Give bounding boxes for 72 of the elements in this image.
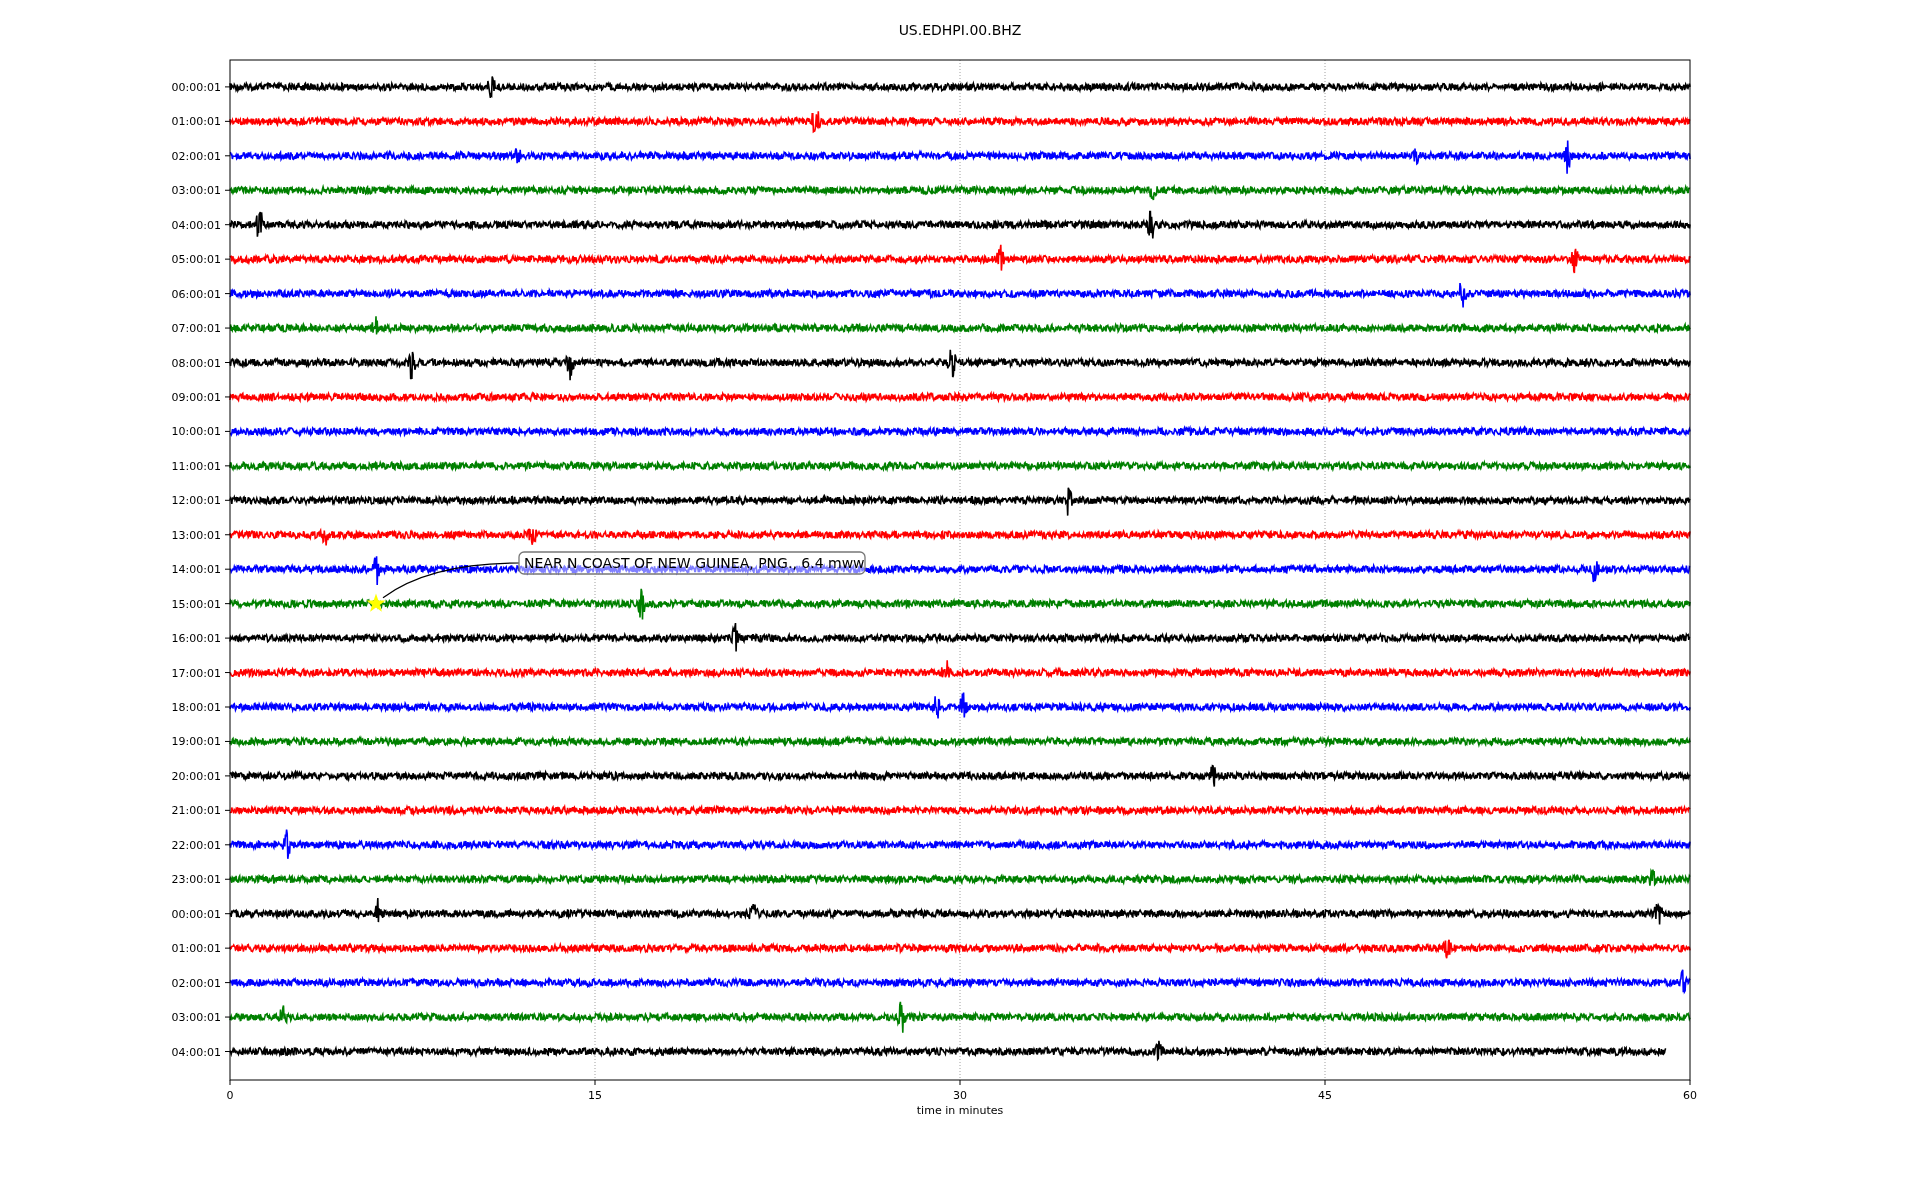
y-tick-label: 20:00:01 [171,769,221,783]
tick-mark [229,1079,231,1086]
y-tick-label: 17:00:01 [171,666,221,680]
tick-mark [224,568,231,570]
y-tick-label: 13:00:01 [171,528,221,542]
tick-mark [224,603,231,605]
tick-mark [224,396,231,398]
y-tick-label: 08:00:01 [171,356,221,370]
y-tick-label: 09:00:01 [171,390,221,404]
tick-mark [224,844,231,846]
tick-mark [224,878,231,880]
figure-title: US.EDHPI.00.BHZ [898,22,1022,38]
y-tick-label: 14:00:01 [171,563,221,577]
tick-mark [594,1079,596,1086]
tick-mark [224,293,231,295]
y-tick-label: 03:00:01 [171,1011,221,1025]
x-tick-label: 30 [953,1089,967,1102]
y-tick-label: 02:00:01 [171,149,221,163]
y-tick-label: 23:00:01 [171,873,221,887]
y-tick-label: 04:00:01 [171,218,221,232]
y-tick-label: 16:00:01 [171,632,221,646]
y-tick-label: 06:00:01 [171,287,221,301]
tick-mark [224,672,231,674]
y-tick-label: 07:00:01 [171,322,221,336]
tick-mark [224,775,231,777]
tick-mark [224,499,231,501]
annotation-label: NEAR N COAST OF NEW GUINEA, PNG., 6.4 mww [518,551,866,575]
tick-mark [224,706,231,708]
x-tick-label: 15 [588,1089,602,1102]
y-tick-label: 00:00:01 [171,80,221,94]
y-tick-label: 18:00:01 [171,701,221,714]
tick-mark [224,120,231,122]
y-tick-label: 10:00:01 [171,425,221,439]
tick-mark [224,947,231,949]
tick-mark [224,982,231,984]
y-tick-label: 01:00:01 [171,115,221,129]
tick-mark [224,637,231,639]
y-tick-label: 12:00:01 [171,494,221,508]
tick-mark [224,224,231,226]
y-tick-label: 19:00:01 [171,735,221,749]
tick-mark [224,189,231,191]
tick-mark [224,740,231,742]
tick-mark [1324,1079,1326,1086]
tick-mark [224,155,231,157]
x-axis-label: time in minutes [916,1104,1004,1117]
tick-mark [224,465,231,467]
tick-mark [224,258,231,260]
tick-mark [1689,1079,1691,1086]
tick-mark [224,327,231,329]
tick-mark [224,534,231,536]
x-tick-label: 60 [1683,1089,1697,1102]
y-tick-label: 22:00:01 [171,838,221,852]
y-tick-label: 00:00:01 [171,907,221,921]
tick-mark [959,1079,961,1086]
tick-mark [224,430,231,432]
y-tick-label: 21:00:01 [171,804,221,818]
tick-mark [224,362,231,363]
x-tick-label: 45 [1318,1089,1332,1102]
tick-mark [224,1016,231,1018]
y-tick-label: 04:00:01 [171,1045,221,1059]
y-tick-label: 01:00:01 [171,942,221,956]
tick-mark [224,913,231,915]
tick-mark [224,1051,231,1052]
tick-mark [224,809,231,811]
y-tick-label: 11:00:01 [171,459,221,473]
x-tick-label: 0 [226,1089,234,1102]
y-tick-label: 02:00:01 [171,976,221,990]
y-tick-label: 05:00:01 [171,253,221,267]
y-tick-label: 15:00:01 [171,597,221,611]
tick-mark [224,86,231,88]
star-icon [366,593,386,612]
y-tick-label: 03:00:01 [171,184,221,198]
